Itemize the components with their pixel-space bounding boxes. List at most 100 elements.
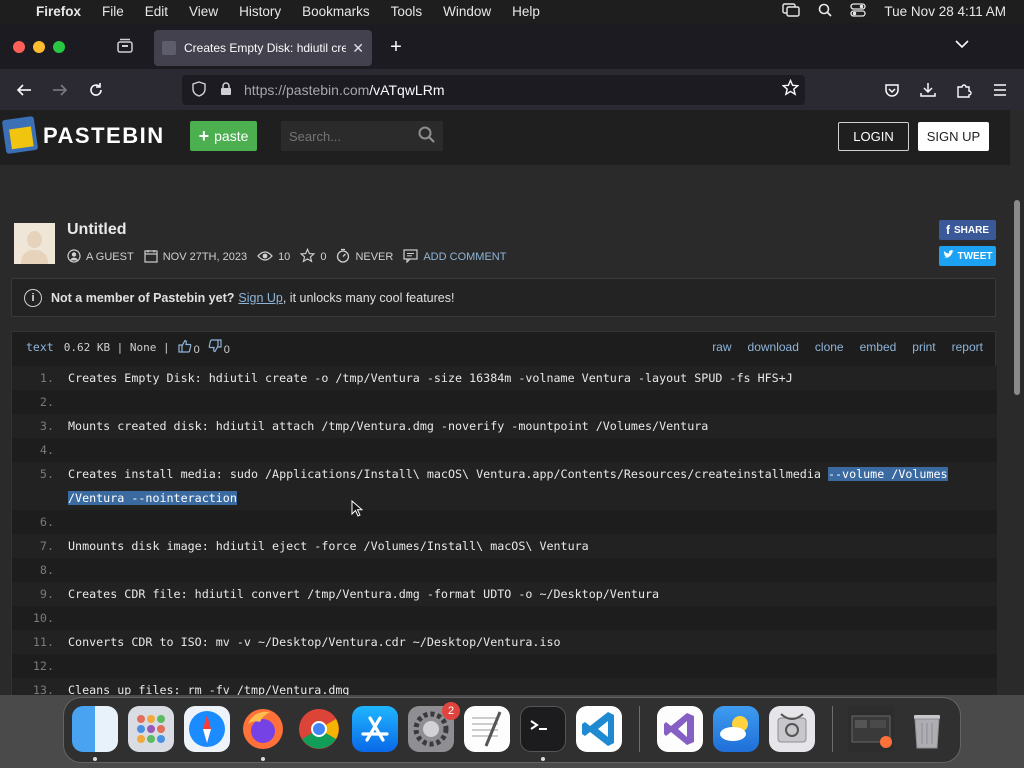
pastebin-brand[interactable]: PASTEBIN <box>43 123 165 149</box>
downloads-stack-icon[interactable] <box>848 706 894 752</box>
vscode-icon[interactable] <box>576 706 622 752</box>
line-text[interactable]: Unmounts disk image: hdiutil eject -forc… <box>68 534 589 558</box>
code-line: 5. Creates install media: sudo /Applicati… <box>12 462 997 486</box>
window-zoom-button[interactable] <box>53 41 65 53</box>
line-text[interactable]: Cleans up files: rm -fv /tmp/Ventura.dmg <box>68 678 349 695</box>
author-name: A GUEST <box>86 251 134 263</box>
thumbs-down-icon <box>208 338 222 356</box>
info-icon: i <box>24 288 42 307</box>
menu-bookmarks[interactable]: Bookmarks <box>302 4 370 19</box>
weather-icon[interactable] <box>713 706 759 752</box>
raw-link[interactable]: raw <box>712 340 731 354</box>
finder-icon[interactable] <box>72 706 118 752</box>
notice-signup-link[interactable]: Sign Up <box>238 291 282 305</box>
line-text[interactable]: Converts CDR to ISO: mv -v ~/Desktop/Ven… <box>68 630 561 654</box>
chrome-icon[interactable] <box>296 706 342 752</box>
window-minimize-button[interactable] <box>33 41 45 53</box>
line-text[interactable]: Creates CDR file: hdiutil convert /tmp/V… <box>68 582 659 606</box>
line-text[interactable]: Mounts created disk: hdiutil attach /tmp… <box>68 414 708 438</box>
menu-edit[interactable]: Edit <box>145 4 168 19</box>
tracking-protection-shield-icon[interactable] <box>192 80 208 100</box>
line-text[interactable]: Creates install media: sudo /Application… <box>68 462 948 486</box>
print-link[interactable]: print <box>912 340 935 354</box>
download-link[interactable]: download <box>748 340 799 354</box>
line-number: 2. <box>39 395 54 409</box>
report-link[interactable]: report <box>952 340 983 354</box>
terminal-icon[interactable] <box>520 706 566 752</box>
control-center-icon[interactable] <box>850 3 867 20</box>
hamburger-menu-icon[interactable] <box>988 78 1012 102</box>
dislike-button[interactable]: 0 <box>208 338 230 356</box>
tweet-button[interactable]: TWEET <box>939 246 996 266</box>
menu-history[interactable]: History <box>239 4 281 19</box>
tab-close-icon[interactable]: ✕ <box>352 40 364 57</box>
extensions-puzzle-icon[interactable] <box>952 78 976 102</box>
visual-studio-icon[interactable] <box>657 706 703 752</box>
new-paste-button[interactable]: + paste <box>190 121 257 151</box>
menu-view[interactable]: View <box>189 4 218 19</box>
back-arrow-icon[interactable] <box>12 78 36 102</box>
menu-tools[interactable]: Tools <box>391 4 423 19</box>
forward-arrow-icon[interactable] <box>48 78 72 102</box>
pastebin-header: PASTEBIN +paste LOGIN SIGN UP <box>0 110 1010 165</box>
disk-utility-icon[interactable] <box>769 706 815 752</box>
code-line: 12. <box>12 654 997 678</box>
line-number: 13. <box>32 683 54 695</box>
trash-icon[interactable] <box>904 706 950 752</box>
bookmark-star-icon[interactable] <box>781 78 800 101</box>
code-line: 8. <box>12 558 997 582</box>
pastebin-favicon-icon <box>162 41 176 55</box>
code-lines: 1. Creates Empty Disk: hdiutil create -o … <box>12 366 997 695</box>
paste-code-box: text 0.62 KB | None | 0 0 raw download c… <box>11 331 997 695</box>
clone-link[interactable]: clone <box>815 340 844 354</box>
textedit-icon[interactable] <box>464 706 510 752</box>
paste-actions: raw download clone embed print report <box>712 340 983 354</box>
safari-icon[interactable] <box>184 706 230 752</box>
embed-link[interactable]: embed <box>860 340 897 354</box>
window-close-button[interactable] <box>13 41 25 53</box>
list-all-tabs-chevron-icon[interactable] <box>955 36 969 52</box>
running-indicator <box>541 757 545 761</box>
syntax-link[interactable]: text <box>26 340 54 354</box>
line-text[interactable]: Creates Empty Disk: hdiutil create -o /t… <box>68 366 793 390</box>
spotlight-search-icon[interactable] <box>818 3 833 20</box>
page-scrollbar[interactable] <box>1010 110 1024 695</box>
pastebin-logo-icon[interactable] <box>1 115 39 155</box>
signup-notice: i Not a member of Pastebin yet? Sign Up … <box>11 278 996 317</box>
menubar-clock[interactable]: Tue Nov 28 4:11 AM <box>884 4 1006 19</box>
add-comment-label: ADD COMMENT <box>423 251 507 263</box>
expiry-meta: NEVER <box>336 248 393 266</box>
menu-app-firefox[interactable]: Firefox <box>36 4 81 19</box>
like-button[interactable]: 0 <box>178 339 200 356</box>
app-store-icon[interactable] <box>352 706 398 752</box>
firefox-icon[interactable] <box>240 706 286 752</box>
line-text[interactable]: /Ventura --nointeraction <box>68 486 237 510</box>
signup-button[interactable]: SIGN UP <box>918 122 989 151</box>
search-icon[interactable] <box>418 126 435 148</box>
login-button[interactable]: LOGIN <box>838 122 909 151</box>
add-comment-link[interactable]: ADD COMMENT <box>403 248 507 266</box>
address-bar[interactable]: https://pastebin.com/vATqwLRm <box>182 75 805 105</box>
menu-window[interactable]: Window <box>443 4 491 19</box>
share-facebook-button[interactable]: f SHARE <box>939 220 996 240</box>
pocket-icon[interactable] <box>880 78 904 102</box>
line-number: 11. <box>32 635 54 649</box>
lock-icon[interactable] <box>220 81 234 99</box>
reload-icon[interactable] <box>84 78 108 102</box>
menu-help[interactable]: Help <box>512 4 540 19</box>
downloads-icon[interactable] <box>916 78 940 102</box>
screen-mirroring-icon[interactable] <box>782 3 801 20</box>
line-number: 7. <box>39 539 54 553</box>
scrollbar-thumb[interactable] <box>1014 200 1020 395</box>
view-count: 10 <box>278 251 291 263</box>
code-line: 6. <box>12 510 997 534</box>
code-toolbar: text 0.62 KB | None | 0 0 raw download c… <box>12 332 997 362</box>
menu-file[interactable]: File <box>102 4 124 19</box>
search-input[interactable] <box>281 121 411 151</box>
launchpad-icon[interactable] <box>128 706 174 752</box>
firefox-view-icon[interactable] <box>116 37 136 57</box>
rating-meta: 0 <box>299 247 326 266</box>
new-tab-button[interactable]: + <box>386 36 406 59</box>
tab-active[interactable]: Creates Empty Disk: hdiutil create ✕ <box>154 30 372 66</box>
code-line: 7. Unmounts disk image: hdiutil eject -fo… <box>12 534 997 558</box>
